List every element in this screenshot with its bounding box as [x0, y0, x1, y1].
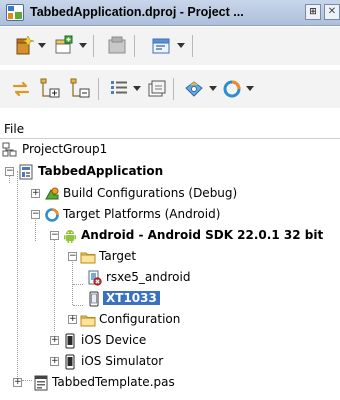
toolbar-separator [173, 78, 174, 100]
tree-item-label: TabbedTemplate.pas [52, 375, 175, 389]
tree-item-tabbed-template[interactable]: + TabbedTemplate.pas [0, 373, 340, 394]
expand-toggle-icon[interactable]: + [68, 315, 77, 324]
tree-item-label: Configuration [99, 312, 181, 326]
collapse-toggle-icon[interactable]: − [31, 210, 40, 219]
tree-item-project-group[interactable]: ProjectGroup1 [0, 140, 340, 161]
project-manager-icon [6, 4, 24, 21]
tree-item-label: iOS Device [81, 333, 147, 347]
options-icon[interactable] [148, 33, 174, 59]
expand-toggle-icon[interactable]: + [50, 336, 59, 345]
toolbar-secondary [0, 70, 340, 108]
toolbar-separator [192, 35, 193, 57]
toolbar-separator [98, 78, 99, 100]
tree-item-target-platforms[interactable]: − Target Platforms (Android) [0, 205, 340, 226]
tree-item-label: Build Configurations (Debug) [63, 186, 238, 200]
build-configuration-icon [44, 186, 60, 202]
close-icon[interactable]: ✕ [324, 4, 340, 20]
tree-item-label: TabbedApplication [38, 164, 164, 178]
options-dropdown-arrow-icon[interactable] [177, 43, 185, 48]
tree-item-target-folder[interactable]: − Target [0, 247, 340, 268]
tree-item-label: Target [99, 249, 137, 263]
tree-item-xt1033[interactable]: XT1033 [0, 289, 340, 310]
tree-item-label: ProjectGroup1 [22, 142, 108, 156]
add-dropdown-arrow-icon[interactable] [79, 43, 87, 48]
unavailable-device-icon [86, 270, 102, 286]
tree-item-label: rsxe5_android [106, 270, 191, 284]
collapse-icon[interactable] [68, 76, 94, 102]
window-title: TabbedApplication.dproj - Project ... [30, 5, 244, 19]
divider [0, 138, 340, 139]
target-dropdown-arrow-icon[interactable] [246, 86, 254, 91]
build-list-icon[interactable] [106, 76, 132, 102]
expand-icon[interactable] [38, 76, 64, 102]
android-icon [62, 228, 78, 244]
expand-toggle-icon[interactable]: + [50, 357, 59, 366]
tree-item-label: Target Platforms (Android) [63, 207, 221, 221]
expand-toggle-icon[interactable]: + [31, 189, 40, 198]
target-platforms-icon [44, 207, 60, 223]
remove-icon[interactable] [104, 33, 130, 59]
ios-device-icon [62, 333, 78, 349]
ios-simulator-icon [62, 354, 78, 370]
collapse-toggle-icon[interactable]: − [50, 231, 59, 240]
target-icon[interactable] [219, 76, 245, 102]
device-icon[interactable] [181, 76, 207, 102]
device-dropdown-arrow-icon[interactable] [209, 86, 217, 91]
project-tree: ProjectGroup1 − TabbedApplication + Buil… [0, 140, 340, 400]
folder-icon [80, 312, 96, 328]
tree-item-label: iOS Simulator [81, 354, 164, 368]
new-dropdown-arrow-icon[interactable] [38, 43, 46, 48]
activate-icon[interactable] [143, 76, 169, 102]
tree-item-build-configurations[interactable]: + Build Configurations (Debug) [0, 184, 340, 205]
toolbar-separator [134, 35, 135, 57]
new-item-icon[interactable] [10, 33, 36, 59]
project-icon [18, 164, 34, 180]
form-unit-icon [33, 375, 49, 391]
tree-item-project[interactable]: − TabbedApplication [0, 162, 340, 183]
toolbar-primary [0, 27, 340, 65]
tree-item-rsxe5[interactable]: rsxe5_android [0, 268, 340, 289]
tree-item-ios-simulator[interactable]: + iOS Simulator [0, 352, 340, 373]
build-dropdown-arrow-icon[interactable] [133, 86, 141, 91]
expand-toggle-icon[interactable]: + [13, 378, 22, 387]
tree-item-configuration[interactable]: + Configuration [0, 310, 340, 331]
window-title-bar: TabbedApplication.dproj - Project ... ⊞ … [0, 0, 340, 26]
pin-icon[interactable]: ⊞ [305, 4, 321, 20]
collapse-toggle-icon[interactable]: − [5, 167, 14, 176]
tree-item-ios-device[interactable]: + iOS Device [0, 331, 340, 352]
sync-icon[interactable] [8, 76, 34, 102]
file-column-header: File [4, 122, 25, 136]
collapse-toggle-icon[interactable]: − [68, 252, 77, 261]
device-icon [86, 291, 102, 307]
tree-item-label-selected: XT1033 [103, 291, 160, 305]
tree-item-android-platform[interactable]: − Android - Android SDK 22.0.1 32 bit [0, 226, 340, 247]
folder-icon [80, 249, 96, 265]
add-to-project-icon[interactable] [50, 33, 76, 59]
tree-item-label: Android - Android SDK 22.0.1 32 bit [81, 228, 324, 242]
project-group-icon [2, 142, 18, 158]
toolbar-separator [93, 35, 94, 57]
